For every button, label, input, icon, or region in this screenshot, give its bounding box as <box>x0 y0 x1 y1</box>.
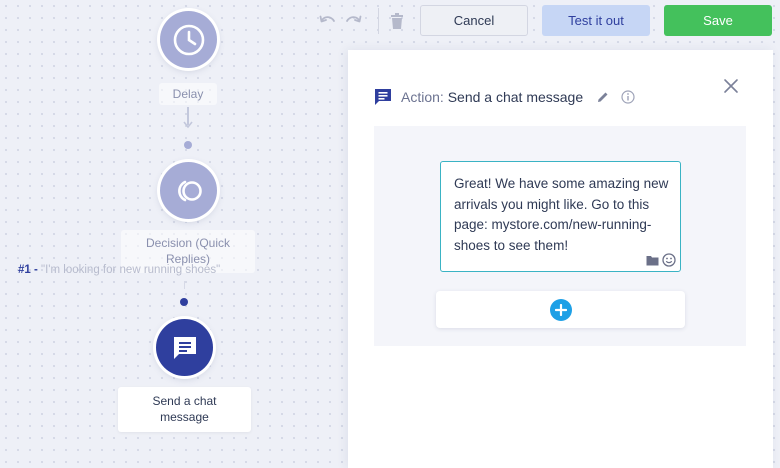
chat-message-textbox[interactable]: Great! We have some amazing new arrivals… <box>440 161 681 272</box>
close-icon <box>724 79 738 93</box>
toolbar-divider <box>378 8 379 34</box>
delay-node[interactable] <box>160 11 217 68</box>
redo-icon <box>346 15 362 23</box>
panel-title-value: Send a chat message <box>447 89 584 105</box>
emoji-icon[interactable] <box>662 253 676 267</box>
decision-icon <box>177 180 202 201</box>
panel-header: Action: Send a chat message <box>374 87 635 107</box>
chat-message-icon <box>173 336 196 359</box>
add-content-button[interactable] <box>549 298 572 321</box>
save-button[interactable]: Save <box>664 5 772 36</box>
panel-title-label: Action: <box>401 89 444 105</box>
connector-dot[interactable] <box>180 298 188 306</box>
branch-text: "I'm looking for new running shoes" <box>41 264 221 276</box>
connector-line <box>184 281 185 289</box>
plus-icon <box>554 303 567 316</box>
undo-icon <box>319 15 335 23</box>
decision-node[interactable] <box>160 162 217 219</box>
add-content-card <box>436 291 685 328</box>
send-chat-message-node-label: Send a chat message <box>118 387 251 432</box>
chat-message-icon <box>374 88 392 106</box>
info-icon[interactable] <box>621 90 635 104</box>
redo-button[interactable] <box>342 10 364 32</box>
connector-dot[interactable] <box>184 141 192 149</box>
trash-icon <box>391 13 403 29</box>
chat-message-text[interactable]: Great! We have some amazing new arrivals… <box>454 174 672 256</box>
undo-button[interactable] <box>317 10 339 32</box>
delete-button[interactable] <box>386 10 408 32</box>
message-editor-area: Great! We have some amazing new arrivals… <box>374 126 746 346</box>
action-panel: Action: Send a chat message Great! We ha… <box>348 50 773 468</box>
panel-title: Action: Send a chat message <box>401 89 583 105</box>
send-chat-message-node[interactable] <box>156 319 213 376</box>
cancel-button[interactable]: Cancel <box>420 5 528 36</box>
arrow-down-icon <box>183 121 193 129</box>
folder-icon[interactable] <box>646 255 659 266</box>
branch-label[interactable]: #1 - "I'm looking for new running shoes" <box>18 264 220 276</box>
delay-node-label: Delay <box>159 83 217 105</box>
branch-number: #1 - <box>18 264 38 276</box>
message-tools <box>646 253 676 267</box>
close-button[interactable] <box>722 77 740 95</box>
edit-pencil-icon[interactable] <box>597 91 609 103</box>
clock-icon <box>173 24 204 55</box>
test-it-out-button[interactable]: Test it out <box>542 5 650 36</box>
